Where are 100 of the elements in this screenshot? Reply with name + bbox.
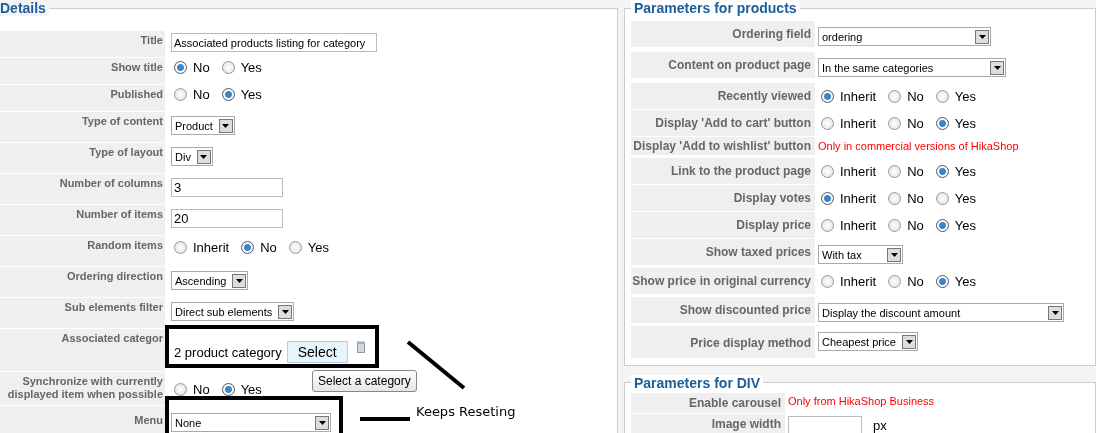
unit-label: px (873, 417, 887, 433)
radio-button[interactable] (221, 88, 235, 101)
text-field[interactable]: 3 (171, 178, 283, 197)
dropdown[interactable]: Direct sub elements (171, 302, 295, 321)
radio-label[interactable]: No (907, 274, 924, 289)
dropdown[interactable]: ordering (818, 27, 991, 46)
field-label: Display 'Add to wishlist' button (631, 137, 815, 155)
radio-button[interactable] (888, 117, 902, 130)
radio-button[interactable] (935, 275, 949, 288)
dropdown[interactable]: Cheapest price (818, 332, 918, 351)
radio-button[interactable] (821, 117, 834, 130)
dropdown[interactable]: Ascending (171, 271, 249, 290)
radio-label[interactable]: No (907, 164, 924, 179)
radio-label[interactable]: No (907, 89, 924, 104)
radio-label[interactable]: No (193, 87, 210, 102)
radio-label[interactable]: Yes (954, 274, 976, 289)
radio-label[interactable]: Inherit (840, 89, 877, 104)
radio-label[interactable]: No (260, 240, 277, 255)
radio-label[interactable]: No (907, 218, 924, 233)
text-field[interactable]: Associated products listing for category (171, 33, 377, 52)
radio-label[interactable]: Inherit (840, 116, 877, 131)
radio-label[interactable]: Inherit (840, 191, 877, 206)
field-label: Show title (0, 58, 165, 84)
radio-label[interactable]: Yes (954, 164, 976, 179)
field-label: Enable carousel (631, 393, 785, 413)
radio-button[interactable] (888, 219, 902, 232)
radio-button[interactable] (821, 90, 834, 103)
radio-button[interactable] (288, 241, 302, 254)
select-button[interactable]: Select (286, 341, 348, 363)
field-label: Ordering direction (0, 267, 165, 297)
dropdown[interactable]: With tax (818, 245, 903, 264)
radio-button[interactable] (935, 90, 949, 103)
field-label: Display price (631, 212, 815, 238)
field-label: Synchronize with currently displayed item when possible (0, 372, 165, 405)
radio-button[interactable] (935, 117, 949, 130)
radio-label[interactable]: Inherit (840, 164, 877, 179)
field-label: Show discounted price (631, 297, 815, 323)
field-label: Sub elements filter (0, 298, 165, 328)
dropdown[interactable]: Product (171, 116, 235, 135)
field-label: Ordering field (631, 21, 815, 47)
radio-button[interactable] (174, 383, 187, 396)
radio-button[interactable] (935, 219, 949, 232)
text-field[interactable]: 20 (171, 209, 283, 228)
radio-label[interactable]: Yes (240, 382, 262, 397)
radio-label[interactable]: No (907, 191, 924, 206)
radio-button[interactable] (174, 241, 187, 254)
radio-button[interactable] (888, 275, 902, 288)
radio-label[interactable]: No (193, 60, 210, 75)
radio-label[interactable]: Yes (954, 89, 976, 104)
radio-label[interactable]: Inherit (193, 240, 230, 255)
field-label: Image width (631, 414, 785, 433)
text-field[interactable] (788, 416, 862, 433)
radio-button[interactable] (821, 165, 834, 178)
field-label: Type of content (0, 112, 165, 142)
annotation-text: Keeps Reseting (416, 404, 516, 419)
radio-label[interactable]: No (193, 382, 210, 397)
dropdown[interactable]: None (171, 413, 331, 432)
field-label: Price display method (631, 326, 815, 358)
field-label: Title (0, 31, 165, 57)
dropdown[interactable]: In the same categories (818, 58, 1006, 77)
field-label: Content on product page (631, 52, 815, 78)
annotation-line (360, 417, 410, 421)
radio-button[interactable] (821, 275, 834, 288)
radio-label[interactable]: Inherit (840, 274, 877, 289)
radio-label[interactable]: No (907, 116, 924, 131)
dropdown[interactable]: Div (171, 147, 213, 166)
field-label: Number of columns (0, 174, 165, 204)
radio-button[interactable] (821, 219, 834, 232)
field-label: Display votes (631, 185, 815, 211)
radio-button[interactable] (821, 192, 834, 205)
radio-button[interactable] (888, 192, 902, 205)
field-label: Recently viewed (631, 83, 815, 109)
radio-button[interactable] (221, 61, 235, 74)
notice-text: Only from HikaShop Business (788, 395, 935, 407)
trash-icon[interactable] (356, 341, 365, 353)
notice-text: Only in commercial versions of HikaShop (818, 140, 1019, 152)
field-label: Random items (0, 236, 165, 266)
radio-button[interactable] (935, 165, 949, 178)
radio-button[interactable] (174, 88, 187, 101)
radio-button[interactable] (241, 241, 255, 254)
radio-label[interactable]: Yes (307, 240, 329, 255)
radio-label[interactable]: Yes (954, 191, 976, 206)
field-label: Number of items (0, 205, 165, 235)
radio-label[interactable]: Yes (240, 60, 262, 75)
radio-button[interactable] (221, 383, 235, 396)
field-label: Menu (0, 406, 165, 433)
radio-label[interactable]: Inherit (840, 218, 877, 233)
radio-button[interactable] (888, 90, 902, 103)
radio-label[interactable]: Yes (240, 87, 262, 102)
field-label: Type of layout (0, 143, 165, 173)
radio-button[interactable] (174, 61, 187, 74)
radio-button[interactable] (935, 192, 949, 205)
dropdown[interactable]: Display the discount amount (818, 303, 1064, 322)
field-label: Display 'Add to cart' button (631, 110, 815, 136)
field-label: Show taxed prices (631, 239, 815, 265)
section-title: Parameters for DIV (631, 375, 764, 391)
section-title: Details (0, 0, 49, 16)
radio-label[interactable]: Yes (954, 218, 976, 233)
radio-label[interactable]: Yes (954, 116, 976, 131)
radio-button[interactable] (888, 165, 902, 178)
